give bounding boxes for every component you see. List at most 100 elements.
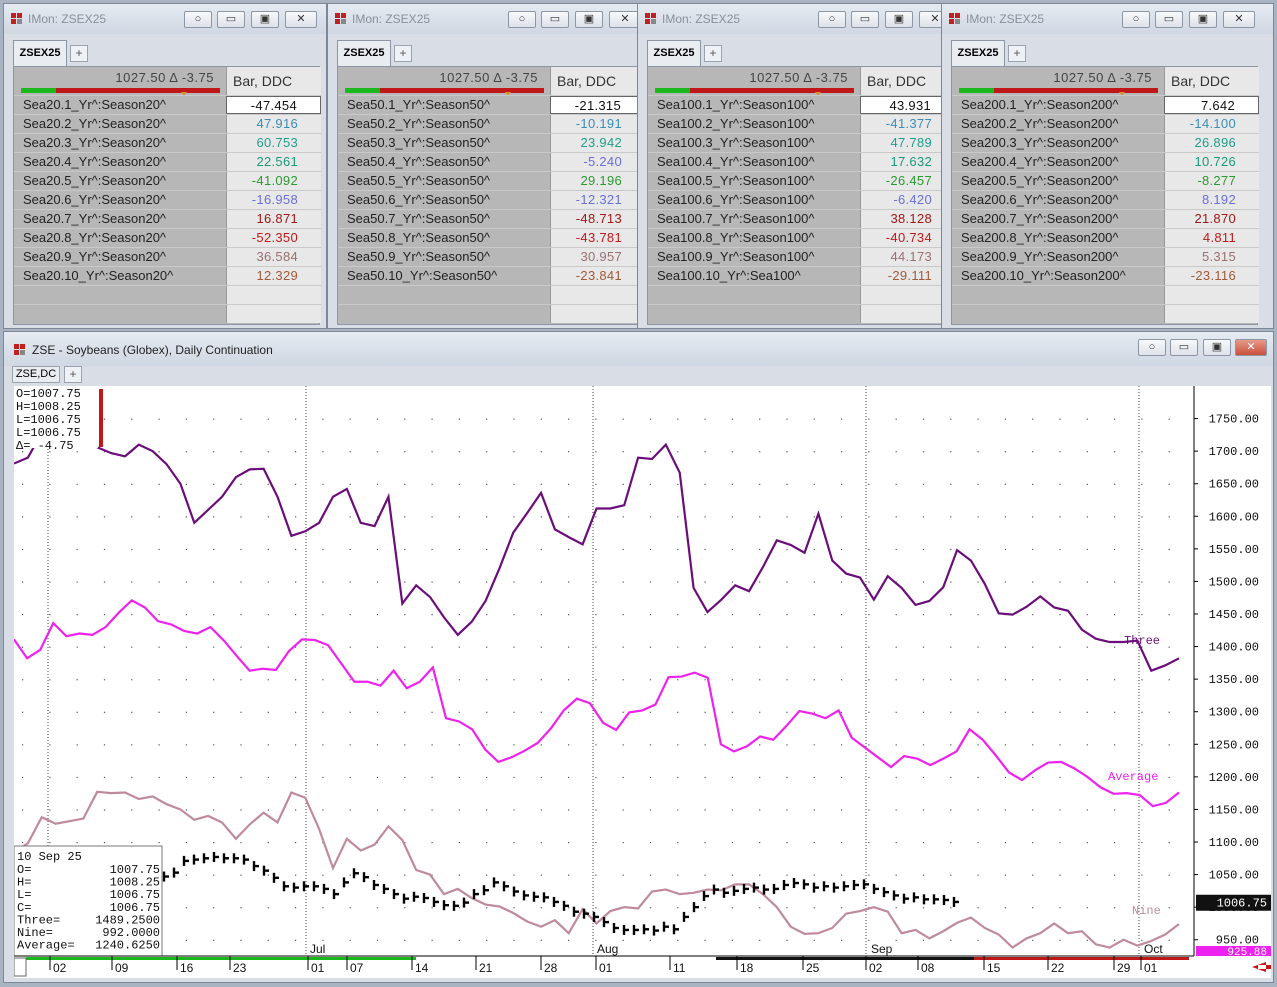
maximize-button[interactable]: ▣	[885, 11, 913, 28]
add-tab-button[interactable]: +	[704, 45, 722, 62]
maximize-button[interactable]: ▣	[1189, 11, 1217, 28]
row-value[interactable]: 7.642	[1164, 96, 1259, 114]
list-item[interactable]: Sea50.6_Yr^:Season50^ -12.321	[338, 190, 645, 209]
list-item[interactable]: Sea200.3_Yr^:Season200^ 26.896	[952, 133, 1259, 152]
row-value[interactable]: 26.896	[1164, 134, 1259, 152]
link-icon[interactable]: ○	[1138, 339, 1166, 356]
row-value[interactable]: -23.116	[1164, 267, 1259, 285]
list-item[interactable]: Sea200.9_Yr^:Season200^ 5.315	[952, 247, 1259, 266]
list-item[interactable]: Sea100.6_Yr^:Season100^ -6.420	[648, 190, 955, 209]
link-icon[interactable]: ○	[508, 11, 536, 28]
list-item[interactable]: Sea100.8_Yr^:Season100^ -40.734	[648, 228, 955, 247]
row-value[interactable]: 23.942	[550, 134, 645, 152]
row-value[interactable]: 5.315	[1164, 248, 1259, 266]
chart-tab[interactable]: ZSE,DC	[12, 366, 60, 383]
monitor-tab[interactable]: ZSEX25	[337, 40, 391, 66]
list-item[interactable]: Sea20.4_Yr^:Season20^ 22.561	[14, 152, 321, 171]
list-item[interactable]: Sea20.8_Yr^:Season20^ -52.350	[14, 228, 321, 247]
list-item[interactable]: Sea20.9_Yr^:Season20^ 36.584	[14, 247, 321, 266]
list-item[interactable]: Sea50.9_Yr^:Season50^ 30.957	[338, 247, 645, 266]
list-item[interactable]: Sea100.2_Yr^:Season100^ -41.377	[648, 114, 955, 133]
row-value[interactable]: 12.329	[226, 267, 321, 285]
row-value[interactable]: 30.957	[550, 248, 645, 266]
minimize-button[interactable]: ▭	[541, 11, 569, 28]
row-value[interactable]: 8.192	[1164, 191, 1259, 209]
list-item[interactable]: Sea20.7_Yr^:Season20^ 16.871	[14, 209, 321, 228]
list-item[interactable]: Sea20.5_Yr^:Season20^ -41.092	[14, 171, 321, 190]
list-item[interactable]: Sea200.5_Yr^:Season200^ -8.277	[952, 171, 1259, 190]
row-value[interactable]: -47.454	[226, 96, 321, 114]
column-header[interactable]: Bar, DDC	[1164, 67, 1259, 95]
list-item[interactable]: Sea50.3_Yr^:Season50^ 23.942	[338, 133, 645, 152]
row-value[interactable]: -16.958	[226, 191, 321, 209]
list-item[interactable]: Sea50.5_Yr^:Season50^ 29.196	[338, 171, 645, 190]
row-value[interactable]: -12.321	[550, 191, 645, 209]
price-chart[interactable]: 950.001000.001050.001100.001150.001200.0…	[14, 386, 1271, 978]
monitor-tab[interactable]: ZSEX25	[951, 40, 1005, 66]
row-value[interactable]: -10.191	[550, 115, 645, 133]
row-value[interactable]: 21.870	[1164, 210, 1259, 228]
list-item[interactable]: Sea200.1_Yr^:Season200^ 7.642	[952, 95, 1259, 114]
row-value[interactable]: -23.841	[550, 267, 645, 285]
row-value[interactable]: 36.584	[226, 248, 321, 266]
list-item[interactable]: Sea200.7_Yr^:Season200^ 21.870	[952, 209, 1259, 228]
monitor-title-bar[interactable]: IMon: ZSEX25 ○ ▭ ▣ ✕	[638, 4, 960, 34]
column-header[interactable]: Bar, DDC	[226, 67, 321, 95]
list-item[interactable]: Sea20.10_Yr^:Season20^ 12.329	[14, 266, 321, 285]
minimize-button[interactable]: ▭	[1155, 11, 1183, 28]
list-item[interactable]: Sea50.10_Yr^:Season50^ -23.841	[338, 266, 645, 285]
minimize-button[interactable]: ▭	[1170, 339, 1198, 356]
list-item[interactable]: Sea50.7_Yr^:Season50^ -48.713	[338, 209, 645, 228]
list-item[interactable]: Sea20.3_Yr^:Season20^ 60.753	[14, 133, 321, 152]
list-item[interactable]: Sea50.2_Yr^:Season50^ -10.191	[338, 114, 645, 133]
list-item[interactable]: Sea200.2_Yr^:Season200^ -14.100	[952, 114, 1259, 133]
add-tab-button[interactable]: +	[1008, 45, 1026, 62]
row-value[interactable]: -43.781	[550, 229, 645, 247]
row-value[interactable]: 22.561	[226, 153, 321, 171]
row-value[interactable]: -52.350	[226, 229, 321, 247]
monitor-title-bar[interactable]: IMon: ZSEX25 ○ ▭ ▣ ✕	[328, 4, 650, 34]
list-item[interactable]: Sea50.8_Yr^:Season50^ -43.781	[338, 228, 645, 247]
link-icon[interactable]: ○	[1122, 11, 1150, 28]
list-item[interactable]: Sea20.6_Yr^:Season20^ -16.958	[14, 190, 321, 209]
list-item[interactable]: Sea100.5_Yr^:Season100^ -26.457	[648, 171, 955, 190]
list-item[interactable]: Sea100.3_Yr^:Season100^ 47.789	[648, 133, 955, 152]
row-value[interactable]: 4.811	[1164, 229, 1259, 247]
link-icon[interactable]: ○	[818, 11, 846, 28]
row-value[interactable]: 10.726	[1164, 153, 1259, 171]
row-value[interactable]: -21.315	[550, 96, 645, 114]
list-item[interactable]: Sea50.1_Yr^:Season50^ -21.315	[338, 95, 645, 114]
list-item[interactable]: Sea20.2_Yr^:Season20^ 47.916	[14, 114, 321, 133]
list-item[interactable]: Sea200.8_Yr^:Season200^ 4.811	[952, 228, 1259, 247]
list-item[interactable]: Sea100.4_Yr^:Season100^ 17.632	[648, 152, 955, 171]
row-value[interactable]: -48.713	[550, 210, 645, 228]
maximize-button[interactable]: ▣	[251, 11, 279, 28]
monitor-title-bar[interactable]: IMon: ZSEX25 ○ ▭ ▣ ✕	[942, 4, 1273, 34]
row-value[interactable]: 29.196	[550, 172, 645, 190]
row-value[interactable]: -14.100	[1164, 115, 1259, 133]
chart-title-bar[interactable]: ZSE - Soybeans (Globex), Daily Continuat…	[4, 332, 1273, 366]
list-item[interactable]: Sea100.10_Yr^:Sea100^ -29.111	[648, 266, 955, 285]
minimize-button[interactable]: ▭	[217, 11, 245, 28]
close-button[interactable]: ✕	[1223, 11, 1255, 28]
add-tab-button[interactable]: +	[70, 45, 88, 62]
list-item[interactable]: Sea100.9_Yr^:Season100^ 44.173	[648, 247, 955, 266]
maximize-button[interactable]: ▣	[575, 11, 603, 28]
row-value[interactable]: -5.240	[550, 153, 645, 171]
list-item[interactable]: Sea200.6_Yr^:Season200^ 8.192	[952, 190, 1259, 209]
list-item[interactable]: Sea50.4_Yr^:Season50^ -5.240	[338, 152, 645, 171]
add-tab-button[interactable]: +	[394, 45, 412, 62]
close-button[interactable]: ✕	[1235, 339, 1267, 356]
monitor-tab[interactable]: ZSEX25	[647, 40, 701, 66]
list-item[interactable]: Sea100.1_Yr^:Season100^ 43.931	[648, 95, 955, 114]
row-value[interactable]: 47.916	[226, 115, 321, 133]
monitor-tab[interactable]: ZSEX25	[13, 40, 67, 66]
list-item[interactable]: Sea200.4_Yr^:Season200^ 10.726	[952, 152, 1259, 171]
minimize-button[interactable]: ▭	[851, 11, 879, 28]
row-value[interactable]: -8.277	[1164, 172, 1259, 190]
row-value[interactable]: -41.092	[226, 172, 321, 190]
maximize-button[interactable]: ▣	[1203, 339, 1231, 356]
close-button[interactable]: ✕	[285, 11, 317, 28]
list-item[interactable]: Sea20.1_Yr^:Season20^ -47.454	[14, 95, 321, 114]
add-tab-button[interactable]: +	[64, 366, 82, 383]
